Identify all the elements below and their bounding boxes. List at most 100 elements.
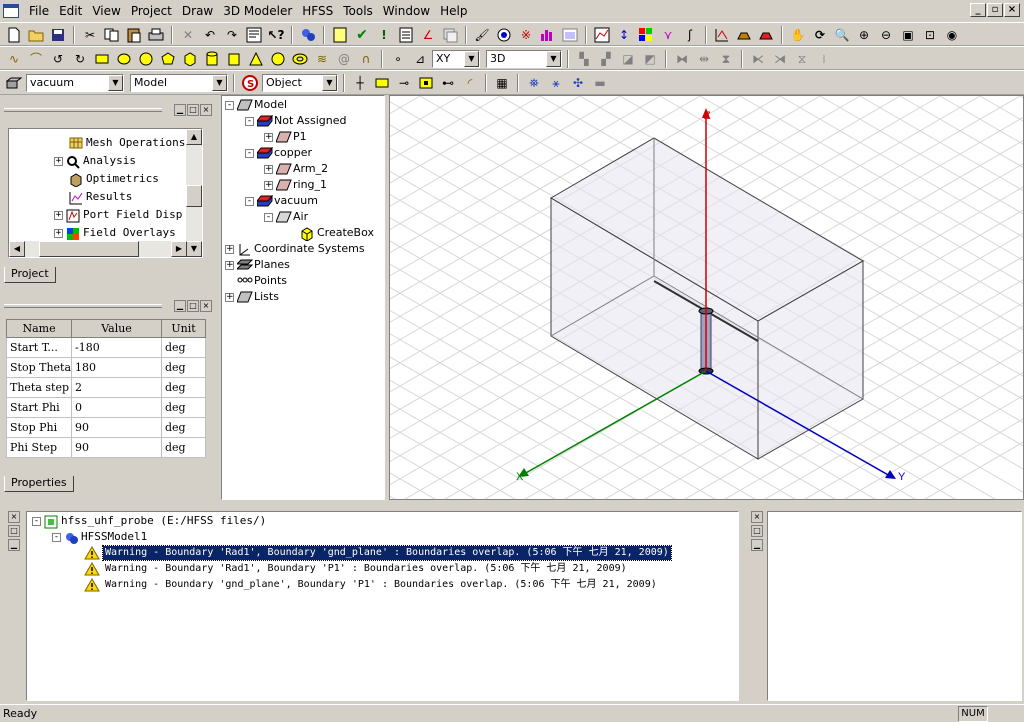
collapse-icon[interactable]: - [52,532,61,542]
relative-cs-icon[interactable]: ⚹ [546,74,566,93]
menu-tools[interactable]: Tools [338,4,378,19]
select-mode-icon[interactable]: S [240,74,260,93]
table-row[interactable]: Start Phi 0 deg [5,397,206,418]
rotate-icon[interactable]: ⟳ [810,26,830,45]
property-unit[interactable]: deg [161,377,206,398]
menu-project[interactable]: Project [126,4,177,19]
draw-circle-icon[interactable] [136,50,156,69]
open-folder-icon[interactable] [26,26,46,45]
table-row[interactable]: Stop Theta 180 deg [5,357,206,378]
chevron-down-icon[interactable]: ▼ [322,75,337,91]
table-row[interactable]: Stop Phi 90 deg [5,417,206,438]
coordinate-system-icon[interactable]: ⛯ [524,74,544,93]
message-item[interactable]: Warning - Boundary 'gnd_plane', Boundary… [103,578,659,592]
plot-icon[interactable]: ∠ [418,26,438,45]
insert-design-icon[interactable] [298,26,318,45]
tree-item-vacuum[interactable]: - vacuum [245,194,318,208]
imprint-icon[interactable]: ◩ [640,50,660,69]
property-unit[interactable]: deg [161,417,206,438]
draw-torus-icon[interactable] [290,50,310,69]
radiation-setup-icon[interactable] [712,26,732,45]
expand-icon[interactable]: + [225,260,234,270]
draw-regular-polyhedron-icon[interactable] [224,50,244,69]
snap-quadrant-icon[interactable]: ⊷ [438,74,458,93]
snap-grid-icon[interactable]: ┼ [350,74,370,93]
tree-item-analysis[interactable]: + Analysis [54,154,136,169]
face-cs-icon[interactable]: ✣ [568,74,588,93]
zoom-in-icon[interactable]: ⊕ [854,26,874,45]
draw-arc-icon[interactable]: ↺ [48,50,68,69]
3d-viewport[interactable]: Z Y X [389,95,1024,500]
target-icon[interactable] [494,26,514,45]
scroll-right-icon[interactable]: ▶ [171,241,187,257]
paste-icon[interactable] [124,26,144,45]
tree-item-mesh-operations[interactable]: Mesh Operations [69,136,185,150]
tree-item-lists[interactable]: + Lists [225,290,279,304]
duplicate-around-axis-icon[interactable]: ⧖ [792,50,812,69]
draw-box-icon[interactable] [180,50,200,69]
collapse-icon[interactable]: - [32,516,41,526]
panel-maximize-icon[interactable]: □ [8,525,20,537]
redo-icon[interactable]: ↷ [222,26,242,45]
property-unit[interactable]: deg [161,397,206,418]
project-tree-vscroll[interactable]: ▲ ▼ [186,129,202,257]
notes-icon[interactable] [330,26,350,45]
chevron-down-icon[interactable]: ▼ [108,75,123,91]
snap-face-center-icon[interactable] [416,74,436,93]
table-row[interactable]: Start T... -180 deg [5,337,206,358]
rotate-object-icon[interactable]: ⧗ [716,50,736,69]
fit-selection-icon[interactable]: ⊡ [920,26,940,45]
brush-icon[interactable]: 🖌 [472,26,492,45]
panel-close-icon[interactable]: × [751,511,763,523]
color-cubes-icon[interactable] [636,26,656,45]
snap-arc-center-icon[interactable]: ◜ [460,74,480,93]
message-project-node[interactable]: - hfss_uhf_probe (E:/HFSS files/) [32,514,266,529]
duplicate-mirror-icon[interactable]: ⧔ [748,50,768,69]
property-value[interactable]: 180 [71,357,162,378]
tree-item-planes[interactable]: + Planes [225,258,290,272]
tree-item-arm-2[interactable]: + Arm_2 [264,162,328,176]
panel-minimize-icon[interactable]: ▁ [174,300,186,312]
property-value[interactable]: 2 [71,377,162,398]
message-design-node[interactable]: - HFSSModel1 [52,530,147,544]
draw-spiral-icon[interactable]: @ [334,50,354,69]
mirror-icon[interactable]: ⧓ [672,50,692,69]
help-pointer-icon[interactable]: ↖? [266,26,286,45]
draw-bondwire-icon[interactable]: ∩ [356,50,376,69]
draw-cone-icon[interactable] [246,50,266,69]
plane-icon[interactable]: ⊿ [410,50,430,69]
menu-3d-modeler[interactable]: 3D Modeler [218,4,297,19]
table-row[interactable]: Phi Step 90 deg [5,437,206,458]
undo-icon[interactable]: ↶ [200,26,220,45]
draw-helix-icon[interactable]: ≋ [312,50,332,69]
material-icon[interactable] [4,74,24,93]
property-value[interactable]: -180 [71,337,162,358]
scroll-up-icon[interactable]: ▲ [186,129,202,145]
scroll-down-icon[interactable]: ▼ [186,241,202,257]
validate-check-icon[interactable]: ✔ [352,26,372,45]
tree-item-p1[interactable]: + P1 [264,130,307,144]
zoom-out-icon[interactable]: ⊖ [876,26,896,45]
tree-item-results[interactable]: Results [69,190,132,205]
3d-scene[interactable]: Z Y X [390,96,1024,500]
panel-maximize-icon[interactable]: □ [751,525,763,537]
tree-item-field-overlays[interactable]: + Field Overlays [54,226,176,240]
expand-icon[interactable]: + [54,210,63,220]
duplicate-along-line-icon[interactable]: ⧕ [770,50,790,69]
chevron-down-icon[interactable]: ▼ [464,51,479,67]
material-select[interactable]: vacuum ▼ [26,74,124,92]
bar-chart-icon[interactable] [538,26,558,45]
property-unit[interactable]: deg [161,357,206,378]
property-unit[interactable]: deg [161,337,206,358]
panel-close-icon[interactable]: × [200,300,212,312]
collapse-icon[interactable]: - [245,196,254,206]
report-icon[interactable] [396,26,416,45]
chevron-down-icon[interactable]: ▼ [546,51,561,67]
draw-sphere-icon[interactable] [268,50,288,69]
analyze-icon[interactable]: ! [374,26,394,45]
message-item-selected[interactable]: Warning - Boundary 'Rad1', Boundary 'gnd… [102,545,672,561]
menu-window[interactable]: Window [378,4,435,19]
expand-icon[interactable]: + [225,244,234,254]
panel-maximize-icon[interactable]: □ [187,300,199,312]
scroll-thumb[interactable] [39,241,139,257]
